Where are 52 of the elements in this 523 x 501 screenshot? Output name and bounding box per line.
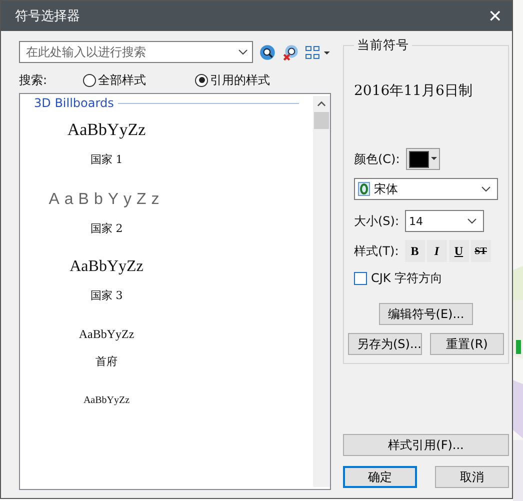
- font-dropdown[interactable]: 宋体: [354, 178, 498, 200]
- close-button[interactable]: ✕: [484, 6, 506, 26]
- symbol-preview: AaBbYyZz: [48, 191, 164, 209]
- text-style-button[interactable]: B: [404, 240, 425, 262]
- group-heading: 3D Billboards: [34, 96, 114, 110]
- scrollbar[interactable]: [313, 96, 330, 487]
- symbol-item[interactable]: AaBbYyZz 国家 1: [34, 110, 179, 173]
- symbol-item[interactable]: AaBbYyZz: [34, 375, 179, 412]
- symbol-preview: AaBbYyZz: [70, 258, 144, 276]
- chevron-icon: [238, 49, 248, 55]
- search-dropdown[interactable]: 在此处输入以进行搜索: [19, 41, 254, 63]
- search-input[interactable]: 在此处输入以进行搜索: [24, 44, 238, 60]
- search-label: 搜索:: [19, 72, 48, 88]
- panel-title: 当前符号: [356, 37, 410, 54]
- save-as-button[interactable]: 另存为(S)...: [348, 333, 422, 355]
- symbol-item[interactable]: AaBbYyZz 首府: [34, 309, 179, 375]
- symbol-label: 国家 2: [90, 221, 123, 236]
- window-title: 符号选择器: [15, 8, 80, 25]
- scroll-thumb[interactable]: [314, 112, 329, 129]
- symbol-item[interactable]: AaBbYyZz 国家 2: [34, 173, 179, 242]
- symbol-label: 首府: [96, 354, 118, 369]
- color-picker[interactable]: [406, 148, 440, 170]
- scope-radio[interactable]: 全部样式: [83, 72, 195, 88]
- symbol-preview: AaBbYyZz: [78, 327, 134, 342]
- symbol-label: 国家 1: [90, 152, 123, 167]
- size-dropdown[interactable]: 14: [405, 210, 484, 232]
- edit-symbol-button[interactable]: 编辑符号(E)...: [378, 303, 474, 325]
- cancel-button[interactable]: 取消: [435, 466, 509, 488]
- scroll-up-icon[interactable]: [317, 101, 326, 107]
- dropdown-arrow-icon: [430, 157, 437, 161]
- size-label: 大小(S):: [354, 212, 400, 230]
- ok-button[interactable]: 确定: [343, 466, 417, 488]
- chevron-icon: [481, 186, 491, 192]
- reset-button[interactable]: 重置(R): [430, 333, 504, 355]
- symbol-preview: AaBbYyZz: [83, 395, 130, 406]
- view-options-icon[interactable]: [305, 44, 331, 60]
- chevron-icon: [467, 218, 478, 224]
- text-style-button[interactable]: ST: [470, 240, 491, 262]
- symbol-preview-text: 2016年11月6日制: [354, 82, 474, 100]
- text-style-button[interactable]: U: [448, 240, 469, 262]
- search-icon[interactable]: [259, 44, 276, 60]
- symbol-preview: AaBbYyZz: [67, 120, 146, 140]
- style-label: 样式(T):: [354, 242, 399, 260]
- scope-radio[interactable]: 引用的样式: [195, 72, 307, 88]
- clear-search-icon[interactable]: [282, 44, 300, 60]
- symbol-item[interactable]: AaBbYyZz 国家 3: [34, 242, 179, 309]
- font-icon: [358, 182, 370, 196]
- cjk-checkbox[interactable]: CJK 字符方向: [354, 270, 498, 287]
- style-references-button[interactable]: 样式引用(F)...: [343, 434, 509, 456]
- color-label: 颜色(C):: [354, 150, 400, 168]
- text-style-button[interactable]: I: [426, 240, 447, 262]
- symbol-label: 国家 3: [90, 288, 123, 303]
